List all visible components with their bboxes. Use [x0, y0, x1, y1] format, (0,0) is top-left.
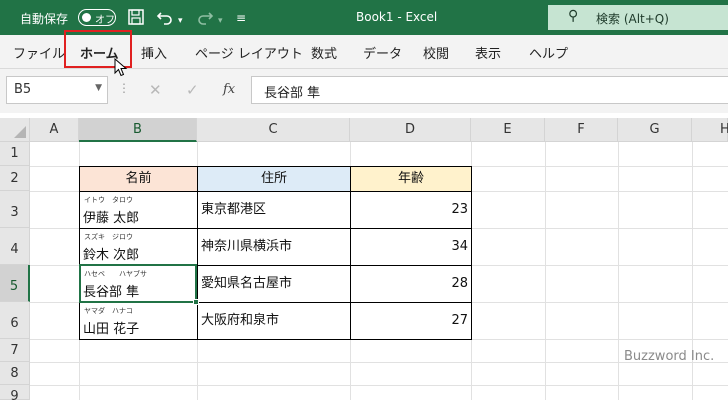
- column-header-B[interactable]: B: [79, 118, 197, 142]
- row-header-7[interactable]: 7: [0, 339, 30, 362]
- address-value: 東京都港区: [201, 202, 267, 217]
- chevron-down-icon[interactable]: ▼: [95, 83, 102, 93]
- search-box[interactable]: ⚲ 検索 (Alt+Q): [548, 5, 728, 30]
- row-header-3[interactable]: 3: [0, 191, 30, 228]
- tab-data[interactable]: データ: [363, 43, 402, 62]
- save-icon[interactable]: [127, 8, 145, 30]
- age-cell[interactable]: 27: [351, 303, 471, 339]
- name-cell[interactable]: スズキ ジロウ 鈴木 次郎: [80, 229, 197, 265]
- row-header-6[interactable]: 6: [0, 302, 30, 339]
- age-cell[interactable]: 34: [351, 229, 471, 265]
- tab-help[interactable]: ヘルプ: [529, 43, 568, 62]
- age-value: 23: [451, 202, 468, 217]
- address-cell[interactable]: 大阪府和泉市: [198, 303, 350, 339]
- column-header-D[interactable]: D: [350, 118, 471, 142]
- mouse-cursor-icon: [114, 58, 128, 77]
- fill-handle[interactable]: [193, 299, 199, 305]
- age-value: 27: [451, 313, 468, 328]
- address-cell[interactable]: 神奈川県横浜市: [198, 229, 350, 265]
- column-header-C[interactable]: C: [197, 118, 350, 142]
- redo-dropdown-icon[interactable]: ▾: [218, 12, 223, 30]
- tab-formulas[interactable]: 数式: [311, 43, 337, 62]
- undo-icon[interactable]: [156, 8, 174, 30]
- row-header-9[interactable]: 9: [0, 385, 30, 404]
- autosave-label: 自動保存: [20, 12, 69, 26]
- table-border: [79, 191, 472, 192]
- select-all-button[interactable]: [0, 118, 30, 142]
- search-placeholder: 検索 (Alt+Q): [596, 12, 669, 26]
- name-cell[interactable]: ヤマダ ハナコ 山田 花子: [80, 303, 197, 339]
- worksheet-grid[interactable]: A B C D E F G H 1 2 3 4 5 6 7 8 9 名前 住所 …: [0, 113, 728, 404]
- selected-cell-border: [79, 264, 197, 303]
- name-box[interactable]: B5 ▼: [6, 76, 108, 104]
- column-header-A[interactable]: A: [30, 118, 79, 142]
- gridline: [30, 385, 728, 386]
- age-cell[interactable]: 28: [351, 266, 471, 302]
- table-border: [350, 166, 351, 340]
- autosave-toggle[interactable]: オフ: [78, 9, 116, 26]
- insert-function-button[interactable]: fx: [223, 82, 235, 97]
- header-address-cell[interactable]: 住所: [198, 167, 350, 191]
- tab-review[interactable]: 校閲: [423, 43, 449, 62]
- address-cell[interactable]: 東京都港区: [198, 192, 350, 228]
- toggle-knob: [82, 13, 91, 22]
- header-name-cell[interactable]: 名前: [80, 167, 197, 191]
- column-header-H[interactable]: H: [692, 118, 728, 142]
- tab-file[interactable]: ファイル: [13, 43, 65, 62]
- column-header-F[interactable]: F: [545, 118, 618, 142]
- cancel-button[interactable]: ✕: [149, 81, 162, 99]
- row-header-8[interactable]: 8: [0, 362, 30, 385]
- table-border: [79, 228, 472, 229]
- table-border: [197, 166, 198, 340]
- customize-icon[interactable]: ≡: [236, 9, 246, 27]
- row-header-1[interactable]: 1: [0, 142, 30, 166]
- furigana: イトウ タロウ: [84, 196, 133, 204]
- age-cell[interactable]: 23: [351, 192, 471, 228]
- row-header-4[interactable]: 4: [0, 228, 30, 265]
- column-header-G[interactable]: G: [618, 118, 692, 142]
- autosave-state: オフ: [95, 15, 115, 26]
- furigana: スズキ ジロウ: [84, 233, 133, 241]
- table-border: [471, 166, 472, 340]
- address-value: 愛知県名古屋市: [201, 276, 293, 291]
- watermark: Buzzword Inc.: [624, 349, 715, 364]
- formula-value: 長谷部 隼: [264, 86, 321, 101]
- table-border: [79, 166, 80, 340]
- formula-bar: B5 ▼ ⋮ ✕ ✓ fx 長谷部 隼: [0, 69, 728, 113]
- tab-view[interactable]: 表示: [475, 43, 501, 62]
- row-header-2[interactable]: 2: [0, 166, 30, 191]
- address-cell[interactable]: 愛知県名古屋市: [198, 266, 350, 302]
- name-value: 伊藤 太郎: [83, 211, 140, 226]
- name-box-value: B5: [14, 82, 32, 97]
- table-border: [79, 166, 472, 167]
- tab-page-layout[interactable]: ページ レイアウト: [195, 43, 303, 62]
- enter-button[interactable]: ✓: [186, 81, 199, 99]
- row-header-5[interactable]: 5: [0, 265, 30, 302]
- undo-dropdown-icon[interactable]: ▾: [178, 12, 183, 30]
- formula-input[interactable]: 長谷部 隼: [251, 76, 728, 104]
- header-age-cell[interactable]: 年齢: [351, 167, 471, 191]
- tab-insert[interactable]: 挿入: [141, 43, 167, 62]
- address-value: 大阪府和泉市: [201, 313, 280, 328]
- name-value: 山田 花子: [83, 322, 140, 337]
- age-value: 28: [451, 276, 468, 291]
- age-value: 34: [451, 239, 468, 254]
- more-icon: ⋮: [118, 81, 130, 95]
- document-title: Book1 - Excel: [356, 10, 438, 24]
- address-value: 神奈川県横浜市: [201, 239, 293, 254]
- table-border: [79, 339, 472, 340]
- search-icon: ⚲: [568, 8, 579, 24]
- name-cell[interactable]: イトウ タロウ 伊藤 太郎: [80, 192, 197, 228]
- redo-icon[interactable]: [196, 8, 214, 30]
- column-header-E[interactable]: E: [471, 118, 545, 142]
- name-value: 鈴木 次郎: [83, 248, 140, 263]
- furigana: ヤマダ ハナコ: [84, 307, 133, 315]
